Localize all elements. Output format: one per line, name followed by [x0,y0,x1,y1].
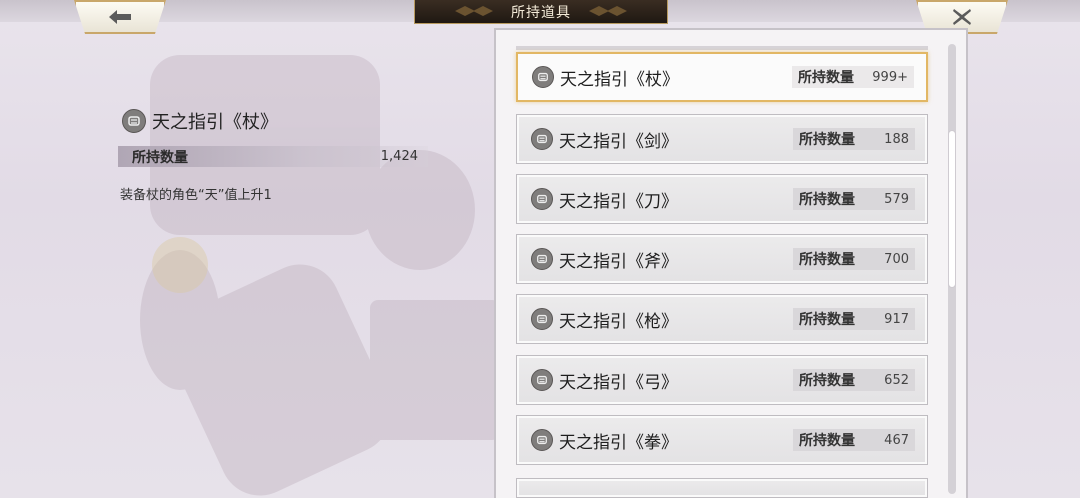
mask-badge-icon [532,66,554,88]
item-quantity-label: 所持数量 [799,252,855,268]
mask-badge-icon [531,369,553,391]
item-quantity-value: 467 [884,432,909,448]
item-name: 天之指引《刀》 [559,191,678,212]
item-name: 天之指引《拳》 [559,432,678,453]
item-quantity-label: 所持数量 [799,132,855,148]
back-arrow-icon [109,10,131,24]
list-item[interactable]: 天之指引《斧》 所持数量 700 [516,234,928,284]
item-quantity-box: 所持数量 467 [793,429,915,451]
selected-item-quantity-bar: 所持数量 1,424 [118,146,428,167]
page-title-plate: 所持道具 [414,0,668,24]
item-quantity-value: 700 [884,251,909,267]
item-quantity-value: 579 [884,191,909,207]
mask-badge-icon [122,109,146,133]
item-name: 天之指引《杖》 [560,69,679,90]
selected-item-name: 天之指引《杖》 [152,112,278,133]
item-name: 天之指引《斧》 [559,251,678,272]
close-x-icon [953,9,971,25]
item-quantity-label: 所持数量 [799,192,855,208]
mask-badge-icon [531,248,553,270]
mask-badge-icon [531,188,553,210]
item-quantity-value: 652 [884,372,909,388]
list-item[interactable]: 天之指引《剑》 所持数量 188 [516,114,928,164]
item-quantity-label: 所持数量 [799,373,855,389]
item-quantity-box: 所持数量 579 [793,188,915,210]
list-scrollbar[interactable] [948,44,956,494]
item-quantity-value: 188 [884,131,909,147]
item-quantity-box: 所持数量 700 [793,248,915,270]
item-quantity-box: 所持数量 652 [793,369,915,391]
mask-badge-icon [531,128,553,150]
title-ornament-right-icon [589,6,627,16]
list-item[interactable]: 天之指引《弓》 所持数量 652 [516,355,928,405]
list-item-partial[interactable] [516,478,928,498]
scroll-thumb[interactable] [948,130,956,288]
page-title: 所持道具 [511,4,571,21]
item-quantity-label: 所持数量 [799,312,855,328]
list-item[interactable]: 天之指引《刀》 所持数量 579 [516,174,928,224]
item-quantity-value: 999+ [872,69,908,85]
list-item[interactable]: 天之指引《枪》 所持数量 917 [516,294,928,344]
mask-badge-icon [531,429,553,451]
item-name: 天之指引《枪》 [559,311,678,332]
list-item[interactable]: 天之指引《杖》 所持数量 999+ [516,52,928,102]
item-name: 天之指引《剑》 [559,131,678,152]
item-quantity-box: 所持数量 188 [793,128,915,150]
item-quantity-label: 所持数量 [799,433,855,449]
item-quantity-label: 所持数量 [798,70,854,86]
item-quantity-box: 所持数量 917 [793,308,915,330]
item-quantity-box: 所持数量 999+ [792,66,914,88]
mask-badge-icon [531,308,553,330]
quantity-label: 所持数量 [132,149,188,166]
back-button[interactable] [74,0,166,34]
quantity-value: 1,424 [380,149,418,164]
item-description: 装备杖的角色“天”值上升1 [120,188,272,203]
list-item[interactable]: 天之指引《拳》 所持数量 467 [516,415,928,465]
list-top-divider [516,46,928,50]
selected-item-title: 天之指引《杖》 [122,108,278,134]
item-name: 天之指引《弓》 [559,372,678,393]
title-ornament-left-icon [455,6,493,16]
item-quantity-value: 917 [884,311,909,327]
